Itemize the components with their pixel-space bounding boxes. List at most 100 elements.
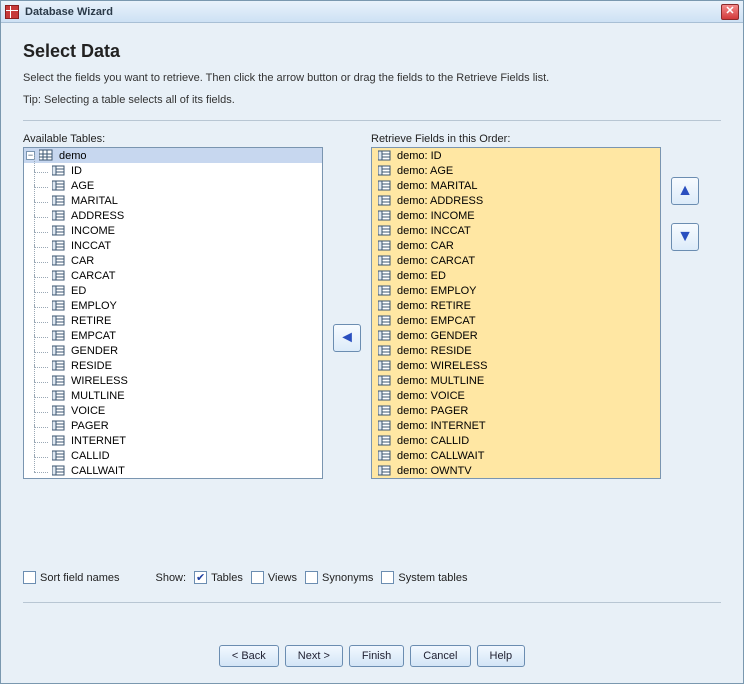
tree-field-node[interactable]: PAGER xyxy=(24,418,322,433)
retrieve-field-text: demo: EMPLOY xyxy=(395,285,476,297)
available-tables-label: Available Tables: xyxy=(23,133,323,145)
tree-field-node[interactable]: EMPLOY xyxy=(24,298,322,313)
field-name: ED xyxy=(69,285,86,297)
tree-field-node[interactable]: ID xyxy=(24,163,322,178)
instructions-text: Select the fields you want to retrieve. … xyxy=(23,72,721,84)
divider xyxy=(23,120,721,121)
tree-field-node[interactable]: INTERNET xyxy=(24,433,322,448)
available-tables-list[interactable]: −demoIDAGEMARITALADDRESSINCOMEINCCATCARC… xyxy=(23,147,323,479)
field-name: EMPCAT xyxy=(69,330,116,342)
tree-field-node[interactable]: VOICE xyxy=(24,403,322,418)
retrieve-fields-label: Retrieve Fields in this Order: xyxy=(371,133,661,145)
checkbox-label: Synonyms xyxy=(322,572,373,584)
retrieve-field-item[interactable]: demo: INCCAT xyxy=(372,223,660,238)
back-button[interactable]: < Back xyxy=(219,645,279,667)
tree-table-node[interactable]: −demo xyxy=(24,148,322,163)
show-label: Show: xyxy=(155,572,186,584)
footer-divider xyxy=(23,602,721,603)
field-name: RESIDE xyxy=(69,360,112,372)
retrieve-field-item[interactable]: demo: INCOME xyxy=(372,208,660,223)
retrieve-field-text: demo: CARCAT xyxy=(395,255,475,267)
field-icon xyxy=(52,239,65,252)
retrieve-field-text: demo: RESIDE xyxy=(395,345,472,357)
retrieve-field-item[interactable]: demo: GENDER xyxy=(372,328,660,343)
next-button[interactable]: Next > xyxy=(285,645,343,667)
field-icon xyxy=(52,359,65,372)
window-title: Database Wizard xyxy=(25,6,721,18)
field-icon xyxy=(378,434,391,447)
retrieve-field-item[interactable]: demo: EMPCAT xyxy=(372,313,660,328)
tree-field-node[interactable]: RESIDE xyxy=(24,358,322,373)
tree-field-node[interactable]: EMPCAT xyxy=(24,328,322,343)
field-icon xyxy=(52,344,65,357)
retrieve-field-item[interactable]: demo: ED xyxy=(372,268,660,283)
views-checkbox[interactable]: Views xyxy=(251,571,297,584)
checkbox-box xyxy=(305,571,318,584)
retrieve-field-item[interactable]: demo: CALLWAIT xyxy=(372,448,660,463)
move-down-button[interactable]: ▼ xyxy=(671,223,699,251)
field-icon xyxy=(52,374,65,387)
field-name: WIRELESS xyxy=(69,375,128,387)
field-icon xyxy=(52,449,65,462)
retrieve-field-text: demo: GENDER xyxy=(395,330,478,342)
tables-checkbox[interactable]: ✔ Tables xyxy=(194,571,243,584)
synonyms-checkbox[interactable]: Synonyms xyxy=(305,571,373,584)
retrieve-field-item[interactable]: demo: AGE xyxy=(372,163,660,178)
retrieve-field-item[interactable]: demo: ID xyxy=(372,148,660,163)
move-up-button[interactable]: ▲ xyxy=(671,177,699,205)
retrieve-field-text: demo: MULTLINE xyxy=(395,375,484,387)
move-left-button[interactable]: ◄ xyxy=(333,324,361,352)
field-icon xyxy=(378,344,391,357)
retrieve-fields-list[interactable]: demo: IDdemo: AGEdemo: MARITAL demo: ADDR… xyxy=(371,147,661,479)
tree-field-node[interactable]: RETIRE xyxy=(24,313,322,328)
tree-field-node[interactable]: ADDRESS xyxy=(24,208,322,223)
cancel-button[interactable]: Cancel xyxy=(410,645,470,667)
transfer-column: ◄ xyxy=(331,133,363,523)
system-tables-checkbox[interactable]: System tables xyxy=(381,571,467,584)
field-name: GENDER xyxy=(69,345,118,357)
retrieve-field-text: demo: INTERNET xyxy=(395,420,486,432)
retrieve-field-item[interactable]: demo: WIRELESS xyxy=(372,358,660,373)
retrieve-field-item[interactable]: demo: MULTLINE xyxy=(372,373,660,388)
retrieve-field-item[interactable]: demo: MARITAL xyxy=(372,178,660,193)
tree-field-node[interactable]: ED xyxy=(24,283,322,298)
retrieve-field-text: demo: INCOME xyxy=(395,210,475,222)
retrieve-field-item[interactable]: demo: CARCAT xyxy=(372,253,660,268)
retrieve-field-item[interactable]: demo: RESIDE xyxy=(372,343,660,358)
tree-field-node[interactable]: CAR xyxy=(24,253,322,268)
finish-button[interactable]: Finish xyxy=(349,645,404,667)
tree-field-node[interactable]: CARCAT xyxy=(24,268,322,283)
retrieve-field-item[interactable]: demo: INTERNET xyxy=(372,418,660,433)
field-name: MARITAL xyxy=(69,195,118,207)
retrieve-field-text: demo: ADDRESS xyxy=(395,195,483,207)
help-button[interactable]: Help xyxy=(477,645,526,667)
tree-field-node[interactable]: INCOME xyxy=(24,223,322,238)
retrieve-field-item[interactable]: demo: EMPLOY xyxy=(372,283,660,298)
retrieve-field-item[interactable]: demo: RETIRE xyxy=(372,298,660,313)
tree-field-node[interactable]: MARITAL xyxy=(24,193,322,208)
tree-field-node[interactable]: INCCAT xyxy=(24,238,322,253)
retrieve-field-item[interactable]: demo: ADDRESS xyxy=(372,193,660,208)
retrieve-field-item[interactable]: demo: CALLID xyxy=(372,433,660,448)
tree-field-node[interactable]: CALLWAIT xyxy=(24,463,322,478)
tree-field-node[interactable]: CALLID xyxy=(24,448,322,463)
retrieve-field-item[interactable]: demo: CAR xyxy=(372,238,660,253)
retrieve-field-item[interactable]: demo: OWNTV xyxy=(372,463,660,478)
tree-field-node[interactable]: GENDER xyxy=(24,343,322,358)
field-name: RETIRE xyxy=(69,315,111,327)
field-icon xyxy=(52,209,65,222)
retrieve-fields-column: Retrieve Fields in this Order: demo: IDd… xyxy=(371,133,661,479)
retrieve-field-item[interactable]: demo: PAGER xyxy=(372,403,660,418)
tree-field-node[interactable]: AGE xyxy=(24,178,322,193)
retrieve-field-item[interactable]: demo: VOICE xyxy=(372,388,660,403)
panes: Available Tables: −demoIDAGE MARITALADDRE… xyxy=(23,133,721,555)
titlebar: Database Wizard ✕ xyxy=(1,1,743,23)
field-name: EMPLOY xyxy=(69,300,117,312)
field-name: CALLID xyxy=(69,450,110,462)
tree-field-node[interactable]: WIRELESS xyxy=(24,373,322,388)
close-button[interactable]: ✕ xyxy=(721,4,739,20)
field-icon xyxy=(52,404,65,417)
tree-field-node[interactable]: MULTLINE xyxy=(24,388,322,403)
sort-field-names-checkbox[interactable]: Sort field names xyxy=(23,571,119,584)
checkbox-label: Tables xyxy=(211,572,243,584)
